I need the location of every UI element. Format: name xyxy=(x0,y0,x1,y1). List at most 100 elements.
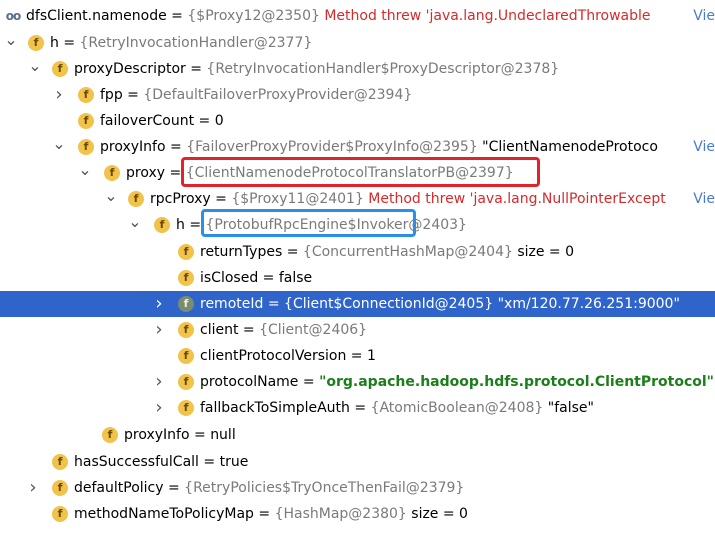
row-text: defaultPolicy = {RetryPolicies$TryOnceTh… xyxy=(74,475,464,501)
equals-sign: = xyxy=(282,244,303,260)
chevron-right-icon[interactable]: › xyxy=(52,82,66,108)
field-icon: f xyxy=(78,139,94,155)
chevron-down-icon[interactable]: ⌄ xyxy=(52,134,66,160)
variable-value: null xyxy=(210,427,236,443)
variable-name: fpp xyxy=(100,87,123,103)
field-icon: f xyxy=(128,191,144,207)
field-icon: f xyxy=(178,296,194,312)
object-reference: {Client@2406} xyxy=(259,322,368,338)
variable-name: isClosed xyxy=(200,270,259,286)
tree-row[interactable]: › f protocolName = "org.apache.hadoop.hdfs… xyxy=(0,369,715,395)
field-icon: f xyxy=(178,322,194,338)
chevron-down-icon[interactable]: ⌄ xyxy=(78,160,92,186)
tree-row[interactable]: f failoverCount = 0 xyxy=(0,108,715,134)
equals-sign: = xyxy=(194,113,215,129)
row-text: protocolName = "org.apache.hadoop.hdfs.p… xyxy=(200,369,714,395)
row-text: returnTypes = {ConcurrentHashMap@2404} s… xyxy=(200,239,574,265)
variable-name: clientProtocolVersion xyxy=(200,348,347,364)
field-icon: f xyxy=(178,270,194,286)
chevron-down-icon[interactable]: ⌄ xyxy=(128,212,142,238)
equals-sign: = xyxy=(298,374,320,390)
tree-row[interactable]: ⌄ f h = {RetryInvocationHandler@2377} xyxy=(0,30,715,56)
field-icon: f xyxy=(178,348,194,364)
variable-value: true xyxy=(219,454,249,470)
variable-value: false xyxy=(278,270,313,286)
variable-name: h xyxy=(176,217,185,233)
chevron-right-icon[interactable]: › xyxy=(152,317,166,343)
view-link[interactable]: Vie xyxy=(689,134,715,160)
equals-sign: = xyxy=(58,35,80,51)
chevron-down-icon[interactable]: ⌄ xyxy=(4,30,18,56)
variable-name: failoverCount xyxy=(100,113,195,129)
equals-sign: = xyxy=(253,506,275,522)
row-text: proxyInfo = null xyxy=(124,422,236,448)
tree-row[interactable]: ⌄ f proxyDescriptor = {RetryInvocationHand… xyxy=(0,56,715,82)
equals-sign: = xyxy=(122,87,144,103)
tree-row[interactable]: oo dfsClient.namenode = {$Proxy12@2350} M… xyxy=(0,3,715,29)
tree-row[interactable]: › f fpp = {DefaultFailoverProxyProvider@23… xyxy=(0,82,715,108)
equals-sign: = xyxy=(238,322,260,338)
row-text: hasSuccessfulCall = true xyxy=(74,449,248,475)
variable-name: defaultPolicy xyxy=(74,480,164,496)
row-text: dfsClient.namenode = {$Proxy12@2350} Met… xyxy=(26,3,651,29)
view-link[interactable]: Vie xyxy=(689,3,715,29)
tree-row[interactable]: f proxyInfo = null xyxy=(0,422,715,448)
field-icon: f xyxy=(154,217,170,233)
variable-name: proxyDescriptor xyxy=(74,61,186,77)
equals-sign: = xyxy=(198,454,220,470)
tree-row[interactable]: › f fallbackToSimpleAuth = {AtomicBoolean@… xyxy=(0,395,715,421)
row-text: remoteId = {Client$ConnectionId@2405} "x… xyxy=(200,291,680,317)
variable-name: remoteId xyxy=(200,296,264,312)
field-icon: f xyxy=(178,244,194,260)
field-icon: f xyxy=(104,165,120,181)
variable-name: proxyInfo xyxy=(100,139,166,155)
row-text: clientProtocolVersion = 1 xyxy=(200,343,376,369)
view-link[interactable]: Vie xyxy=(689,186,715,212)
chevron-right-icon[interactable]: › xyxy=(152,291,166,317)
tree-row[interactable]: › f remoteId = {Client$ConnectionId@2405} … xyxy=(0,291,715,317)
row-text: methodNameToPolicyMap = {HashMap@2380} s… xyxy=(74,501,468,527)
debugger-variables-tree: oo dfsClient.namenode = {$Proxy12@2350} M… xyxy=(0,0,715,533)
object-reference: {FailoverProxyProvider$ProxyInfo@2395} xyxy=(186,139,478,155)
tree-row[interactable]: › f client = {Client@2406} xyxy=(0,317,715,343)
value-detail: "org.apache.hadoop.hdfs.protocol.ClientP… xyxy=(319,374,714,390)
value-detail: "xm/120.77.26.251:9000" xyxy=(493,296,680,312)
tree-row[interactable]: f clientProtocolVersion = 1 xyxy=(0,343,715,369)
chevron-right-icon[interactable]: › xyxy=(26,475,40,501)
chevron-right-icon[interactable]: › xyxy=(152,369,166,395)
equals-sign: = xyxy=(263,296,285,312)
row-text: isClosed = false xyxy=(200,265,312,291)
row-text: fallbackToSimpleAuth = {AtomicBoolean@24… xyxy=(200,395,594,421)
field-icon: f xyxy=(102,427,118,443)
chevron-down-icon[interactable]: ⌄ xyxy=(104,186,118,212)
tree-row[interactable]: f returnTypes = {ConcurrentHashMap@2404} … xyxy=(0,239,715,265)
object-reference: {$Proxy12@2350} xyxy=(187,8,320,24)
object-reference: {DefaultFailoverProxyProvider@2394} xyxy=(143,87,413,103)
variable-name: proxy xyxy=(126,165,166,181)
field-icon: f xyxy=(178,400,194,416)
object-reference: {ConcurrentHashMap@2404} xyxy=(302,244,513,260)
tree-row[interactable]: f isClosed = false xyxy=(0,265,715,291)
equals-sign: = xyxy=(258,270,279,286)
tree-row[interactable]: › f defaultPolicy = {RetryPolicies$TryOnce… xyxy=(0,475,715,501)
object-reference: {RetryInvocationHandler@2377} xyxy=(79,35,313,51)
value-detail: Method threw 'java.lang.UndeclaredThrowa… xyxy=(319,8,651,24)
variable-name: methodNameToPolicyMap xyxy=(74,506,254,522)
variable-name: dfsClient.namenode xyxy=(26,8,167,24)
row-text: fpp = {DefaultFailoverProxyProvider@2394… xyxy=(100,82,412,108)
object-reference: {Client$ConnectionId@2405} xyxy=(284,296,494,312)
variable-value: 1 xyxy=(367,348,376,364)
tree-row[interactable]: f methodNameToPolicyMap = {HashMap@2380} … xyxy=(0,501,715,527)
object-reference: {RetryInvocationHandler$ProxyDescriptor@… xyxy=(206,61,560,77)
object-reference: {AtomicBoolean@2408} xyxy=(370,400,544,416)
highlight-box-blue xyxy=(201,209,416,237)
equals-sign: = xyxy=(210,191,232,207)
variable-value: 0 xyxy=(214,113,224,129)
object-reference: {HashMap@2380} xyxy=(274,506,407,522)
tree-row[interactable]: f hasSuccessfulCall = true xyxy=(0,449,715,475)
variable-name: returnTypes xyxy=(200,244,283,260)
chevron-down-icon[interactable]: ⌄ xyxy=(28,56,42,82)
chevron-right-icon[interactable]: › xyxy=(152,395,166,421)
variable-name: protocolName xyxy=(200,374,299,390)
row-text: failoverCount = 0 xyxy=(100,108,224,134)
